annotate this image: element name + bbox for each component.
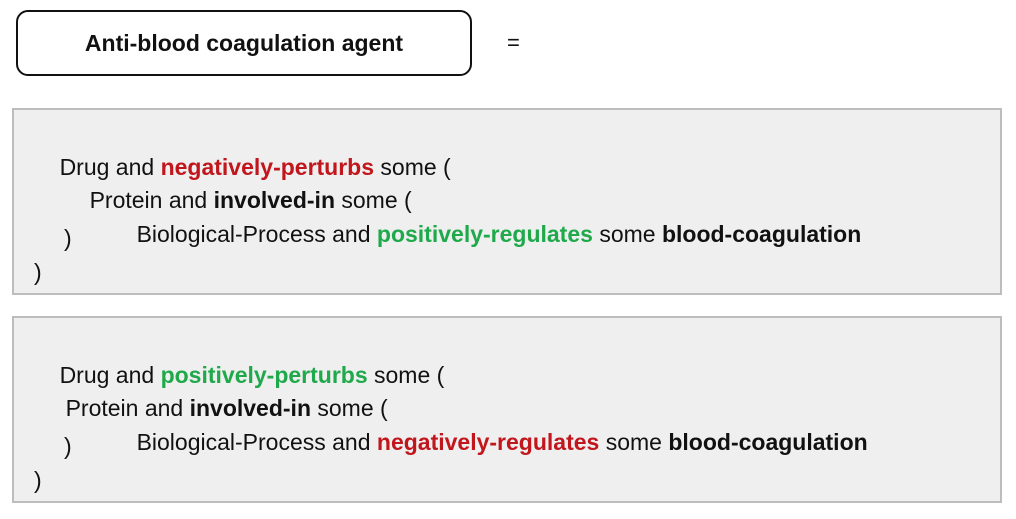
target-blood-coagulation: blood-coagulation [661, 221, 862, 247]
equals-sign: = [507, 30, 520, 55]
target-blood-coagulation: blood-coagulation [668, 429, 868, 455]
class-name-box: Anti-blood coagulation agent [16, 10, 472, 76]
definition-2-line-3: Biological-Process and negatively-regula… [136, 429, 868, 455]
definition-1-line-5: ) [34, 259, 42, 285]
relation-negatively-regulates: negatively-regulates [376, 429, 600, 455]
definition-2-line-5: ) [34, 467, 42, 493]
definition-1-line-3: Biological-Process and positively-regula… [136, 221, 862, 247]
relation-positively-regulates: positively-regulates [376, 221, 593, 247]
definition-box-1: Drug and negatively-perturbs some ( Prot… [12, 108, 1002, 295]
definition-1-line-4: ) [64, 225, 72, 251]
class-name-label: Anti-blood coagulation agent [84, 29, 404, 56]
definition-2-line-4: ) [64, 433, 72, 459]
definition-box-2: Drug and positively-perturbs some ( Prot… [12, 316, 1002, 503]
